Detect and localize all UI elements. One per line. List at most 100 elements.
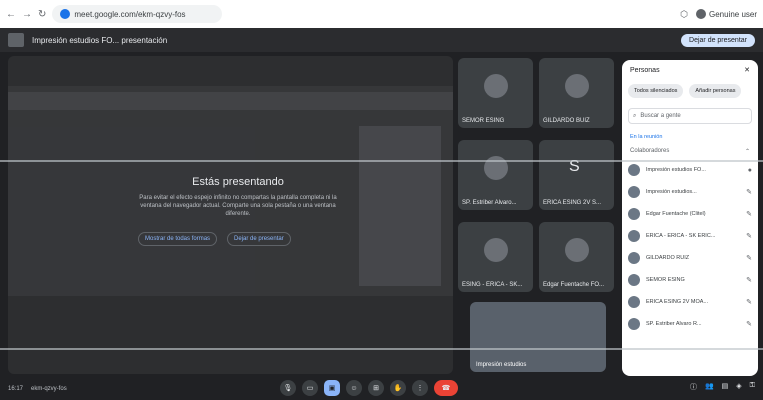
group-header[interactable]: Colaboradores ⌃ xyxy=(622,144,758,159)
avatar xyxy=(628,186,640,198)
avatar xyxy=(565,238,589,262)
participant-tile[interactable]: Edgar Fuentache FO... xyxy=(539,222,614,292)
mute-all-chip[interactable]: Todos silenciados xyxy=(628,84,684,98)
mic-icon[interactable]: ✎ xyxy=(746,232,752,240)
list-item[interactable]: ERICA ESING 2V MOA... ✎ xyxy=(628,291,752,313)
address-bar[interactable]: meet.google.com/ekm-qzvy-fos xyxy=(52,5,223,23)
participant-name: GILDARDO RUIZ xyxy=(646,255,690,261)
mic-icon[interactable]: ✎ xyxy=(746,298,752,306)
self-view: Impresión estudios xyxy=(470,302,606,372)
people-icon[interactable]: 👥 xyxy=(705,382,714,392)
search-icon: ⌕ xyxy=(633,112,637,119)
meeting-code: ekm-qzvy-fos xyxy=(31,386,67,392)
participant-name: ESING - ERICA - SK... xyxy=(462,282,523,288)
mic-icon[interactable]: ✎ xyxy=(746,254,752,262)
participant-name: Impresión estudios... xyxy=(646,189,697,195)
avatar xyxy=(484,74,508,98)
extensions-icon[interactable]: ⬡ xyxy=(680,9,688,20)
avatar xyxy=(628,318,640,330)
participant-name: Edgar Fuentache FO... xyxy=(543,282,605,288)
url-text: meet.google.com/ekm-qzvy-fos xyxy=(74,9,186,19)
reload-icon[interactable]: ↻ xyxy=(38,9,46,20)
shared-screen-header xyxy=(8,92,453,110)
meeting-title: Impresión estudios FO... presentación xyxy=(32,35,168,45)
stop-presenting-button[interactable]: Dejar de presentar xyxy=(681,33,755,47)
mic-icon[interactable]: ✎ xyxy=(746,210,752,218)
list-item[interactable]: GILDARDO RUIZ ✎ xyxy=(628,247,752,269)
avatar xyxy=(628,274,640,286)
present-icon[interactable]: ▣ xyxy=(324,380,340,396)
avatar xyxy=(628,164,640,176)
search-input[interactable]: ⌕ Buscar a gente xyxy=(628,108,752,124)
section-label: En la reunión xyxy=(630,134,663,140)
avatar xyxy=(565,74,589,98)
avatar xyxy=(695,9,706,19)
list-item[interactable]: SP. Estriber Alvaro R... ✎ xyxy=(628,313,752,335)
people-title: Personas xyxy=(630,66,660,74)
info-icon[interactable]: ⓘ xyxy=(690,382,697,392)
browser-toolbar: ← → ↻ meet.google.com/ekm-qzvy-fos ⬡ Gen… xyxy=(0,0,763,28)
hand-icon[interactable]: ✋ xyxy=(390,380,406,396)
mic-icon[interactable]: ✎ xyxy=(746,276,752,284)
activities-icon[interactable]: ◈ xyxy=(736,382,741,392)
avatar xyxy=(628,252,640,264)
camera-icon[interactable]: ▭ xyxy=(302,380,318,396)
list-item[interactable]: SEMOR ESING ✎ xyxy=(628,269,752,291)
mic-icon[interactable]: 🎙 xyxy=(280,380,296,396)
participant-name: ERICA ESING 2V S... xyxy=(543,200,602,206)
clock: 16:17 xyxy=(8,386,24,392)
participants-list: Impresión estudios FO... ● Impresión estu… xyxy=(622,159,758,335)
people-panel: Personas ✕ Todos silenciados Añadir pers… xyxy=(622,60,758,376)
participant-name: SEMOR ESING xyxy=(646,277,685,283)
participant-tile[interactable]: SP. Estriber Alvaro... xyxy=(458,140,533,210)
participant-name: SP. Estriber Alvaro... xyxy=(462,200,517,206)
presenting-message: Estás presentando Para evitar el efecto … xyxy=(128,176,348,218)
presenting-description: Para evitar el efecto espejo infinito no… xyxy=(139,195,337,218)
meet-top-bar: Impresión estudios FO... presentación De… xyxy=(0,28,763,52)
chat-icon[interactable]: ▤ xyxy=(722,382,729,392)
presentation-area: Estás presentando Para evitar el efecto … xyxy=(8,56,453,374)
avatar xyxy=(628,208,640,220)
list-item[interactable]: Impresión estudios FO... ● xyxy=(628,159,752,181)
mic-icon[interactable]: ● xyxy=(748,167,752,174)
participant-tile[interactable]: GILDARDO BUIZ xyxy=(539,58,614,128)
account-name: Genuine user xyxy=(708,9,757,19)
stop-presenting-inline-button[interactable]: Dejar de presentar xyxy=(227,232,291,246)
list-item[interactable]: ERICA - ERICA - SK ERIC... ✎ xyxy=(628,225,752,247)
group-label: Colaboradores xyxy=(630,148,670,154)
more-options-icon[interactable]: ⋮ xyxy=(412,380,428,396)
avatar xyxy=(484,238,508,262)
site-icon xyxy=(60,9,71,19)
captions-icon[interactable]: ⊞ xyxy=(368,380,384,396)
add-people-chip[interactable]: Añadir personas xyxy=(689,84,742,98)
avatar xyxy=(628,296,640,308)
list-item[interactable]: Edgar Fuentache (Clitel) ✎ xyxy=(628,203,752,225)
scan-artifact xyxy=(0,348,763,350)
close-icon[interactable]: ✕ xyxy=(744,66,750,74)
participant-name: SEMOR ESING xyxy=(462,118,505,124)
participant-tile[interactable]: ESING - ERICA - SK... xyxy=(458,222,533,292)
participant-tile[interactable]: S ERICA ESING 2V S... xyxy=(539,140,614,210)
mic-icon[interactable]: ✎ xyxy=(746,320,752,328)
list-item[interactable]: Impresión estudios... ✎ xyxy=(628,181,752,203)
participant-name: ERICA ESING 2V MOA... xyxy=(646,299,709,305)
shared-screen-sidebar xyxy=(359,126,441,286)
meeting-tile-icon xyxy=(8,33,24,47)
participant-name: SP. Estriber Alvaro R... xyxy=(646,321,702,327)
scan-artifact xyxy=(0,160,763,162)
profile-button[interactable]: Genuine user xyxy=(695,9,757,19)
presenting-heading: Estás presentando xyxy=(192,176,284,188)
participant-name: Impresión estudios FO... xyxy=(646,167,706,173)
participant-name: GILDARDO BUIZ xyxy=(543,118,590,124)
show-anyway-button[interactable]: Mostrar de todas formas xyxy=(138,232,218,246)
back-icon[interactable]: ← xyxy=(6,9,16,20)
emoji-icon[interactable]: ☺ xyxy=(346,380,362,396)
lock-icon[interactable]: ⚿ xyxy=(750,382,755,392)
forward-icon[interactable]: → xyxy=(22,9,32,20)
hangup-icon[interactable]: ☎ xyxy=(434,380,458,396)
mic-icon[interactable]: ✎ xyxy=(746,188,752,196)
participant-name: ERICA - ERICA - SK ERIC... xyxy=(646,233,716,239)
avatar xyxy=(628,230,640,242)
participant-tile[interactable]: SEMOR ESING xyxy=(458,58,533,128)
self-view-name: Impresión estudios xyxy=(476,362,527,368)
